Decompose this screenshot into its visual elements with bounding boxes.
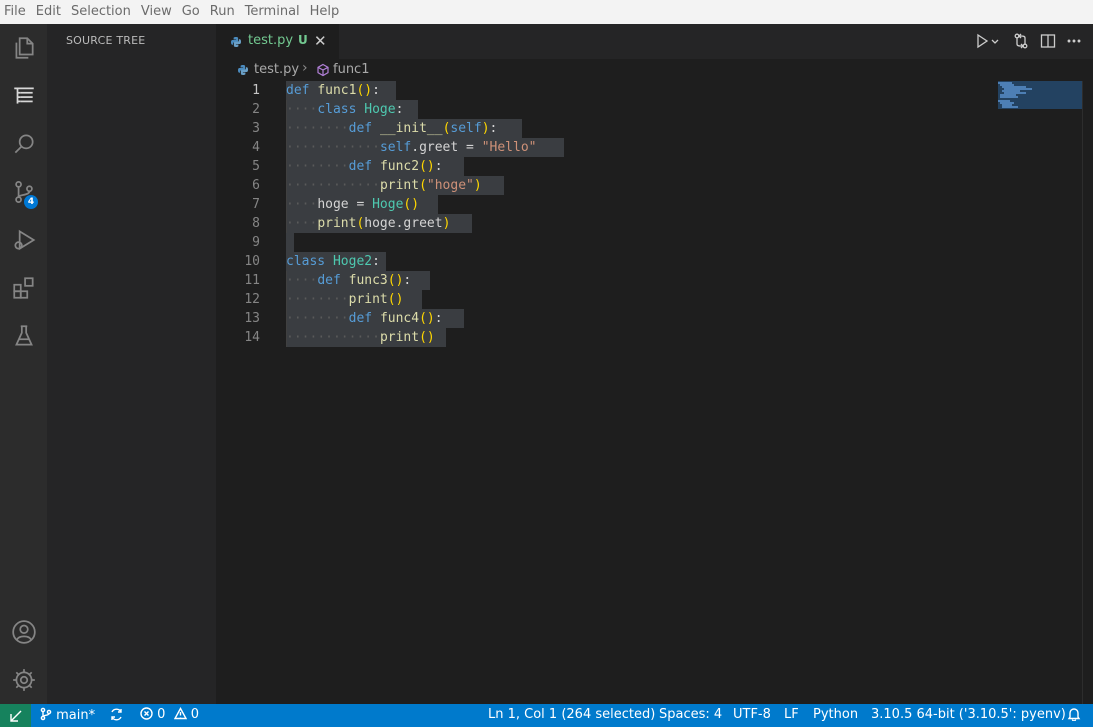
- menu-help[interactable]: Help: [305, 0, 345, 24]
- problems-indicator[interactable]: 0 0: [140, 707, 199, 722]
- line-number: 12: [244, 292, 260, 307]
- error-icon: [140, 707, 153, 720]
- menu-selection[interactable]: Selection: [66, 0, 136, 24]
- line-number: 5: [252, 159, 260, 174]
- python-interpreter[interactable]: 3.10.5 64-bit ('3.10.5': pyenv): [871, 707, 1066, 722]
- line-number: 4: [252, 140, 260, 155]
- line-number: 7: [252, 197, 260, 212]
- accounts-icon[interactable]: [0, 610, 47, 654]
- open-changes-icon[interactable]: [1012, 32, 1030, 50]
- manage-gear-icon[interactable]: [0, 658, 47, 702]
- breadcrumb: test.py › func1: [216, 59, 1093, 81]
- error-count: 0: [157, 707, 166, 722]
- code-line[interactable]: ············print("hoge"): [286, 176, 482, 195]
- breadcrumb-file[interactable]: test.py: [254, 62, 299, 77]
- code-line[interactable]: ············print(): [286, 328, 435, 347]
- tab-test-py[interactable]: test.py U ✕: [216, 24, 339, 59]
- more-actions-icon[interactable]: [1065, 32, 1083, 50]
- chevron-right-icon: ›: [302, 60, 308, 76]
- warning-icon: [173, 707, 187, 720]
- line-number: 2: [252, 102, 260, 117]
- code-line[interactable]: ········def func4():: [286, 309, 443, 328]
- sidebar-title: SOURCE TREE: [66, 34, 146, 47]
- code-line[interactable]: ········def func2():: [286, 157, 443, 176]
- source-tree-icon[interactable]: [0, 74, 47, 118]
- menu-run[interactable]: Run: [205, 0, 240, 24]
- line-number: 9: [252, 235, 260, 250]
- code-line[interactable]: def func1():: [286, 81, 380, 100]
- menu-view[interactable]: View: [136, 0, 177, 24]
- code-line[interactable]: ········print(): [286, 290, 403, 309]
- code-line[interactable]: ····class Hoge:: [286, 100, 403, 119]
- cursor-position[interactable]: Ln 1, Col 1 (264 selected): [488, 707, 655, 722]
- menu-terminal[interactable]: Terminal: [240, 0, 305, 24]
- menu-edit[interactable]: Edit: [31, 0, 66, 24]
- line-number: 6: [252, 178, 260, 193]
- line-number: 14: [244, 330, 260, 345]
- source-control-badge: 4: [24, 195, 38, 209]
- tab-git-status: U: [298, 33, 308, 47]
- line-number: 3: [252, 121, 260, 136]
- sidebar: SOURCE TREE: [47, 24, 216, 704]
- python-file-icon: [238, 65, 248, 75]
- search-icon[interactable]: [0, 122, 47, 166]
- explorer-icon[interactable]: [0, 26, 47, 70]
- encoding[interactable]: UTF-8: [733, 707, 771, 722]
- code-line[interactable]: class Hoge2:: [286, 252, 380, 271]
- branch-name: main*: [56, 708, 96, 723]
- git-branch-icon: [40, 707, 52, 721]
- end-of-line[interactable]: LF: [784, 707, 799, 722]
- split-editor-icon[interactable]: [1039, 32, 1057, 50]
- status-bar: main* 0 0 Ln 1, Col 1 (264 selected) Spa…: [0, 704, 1093, 727]
- line-number: 13: [244, 311, 260, 326]
- run-debug-icon[interactable]: [0, 218, 47, 262]
- testing-icon[interactable]: [0, 314, 47, 358]
- menu-go[interactable]: Go: [177, 0, 205, 24]
- code-line[interactable]: ············self.greet = "Hello": [286, 138, 537, 157]
- menu-bar: File Edit Selection View Go Run Terminal…: [0, 0, 1093, 24]
- vertical-scrollbar[interactable]: [1082, 81, 1092, 704]
- line-number: 1: [252, 83, 260, 98]
- warning-count: 0: [190, 707, 199, 722]
- code-line[interactable]: ····hoge = Hoge(): [286, 195, 419, 214]
- line-number: 8: [252, 216, 260, 231]
- line-number: 10: [244, 254, 260, 269]
- tab-bar: test.py U ✕: [216, 24, 1093, 59]
- code-line[interactable]: ····def func3():: [286, 271, 411, 290]
- python-file-icon: [231, 37, 241, 47]
- close-icon[interactable]: ✕: [314, 32, 327, 50]
- symbol-method-icon: [317, 63, 329, 77]
- breadcrumb-symbol[interactable]: func1: [333, 62, 369, 77]
- menu-file[interactable]: File: [0, 0, 31, 24]
- indentation[interactable]: Spaces: 4: [659, 707, 722, 722]
- sync-icon[interactable]: [109, 707, 124, 724]
- source-control-icon[interactable]: 4: [0, 170, 47, 214]
- extensions-icon[interactable]: [0, 266, 47, 310]
- code-editor[interactable]: 1 2 3 4 5 6 7 8 9 10 11 12 13 14 def fun…: [216, 81, 1093, 704]
- code-line[interactable]: ····print(hoge.greet): [286, 214, 450, 233]
- tab-label: test.py: [248, 33, 294, 48]
- remote-indicator-icon[interactable]: [0, 704, 31, 727]
- chevron-down-icon[interactable]: [989, 32, 1001, 50]
- language-mode[interactable]: Python: [813, 707, 858, 722]
- notifications-bell-icon[interactable]: [1067, 707, 1081, 723]
- branch-indicator[interactable]: main*: [40, 707, 95, 723]
- activity-bar: 4: [0, 24, 47, 704]
- code-line[interactable]: ········def __init__(self):: [286, 119, 497, 138]
- line-number: 11: [244, 273, 260, 288]
